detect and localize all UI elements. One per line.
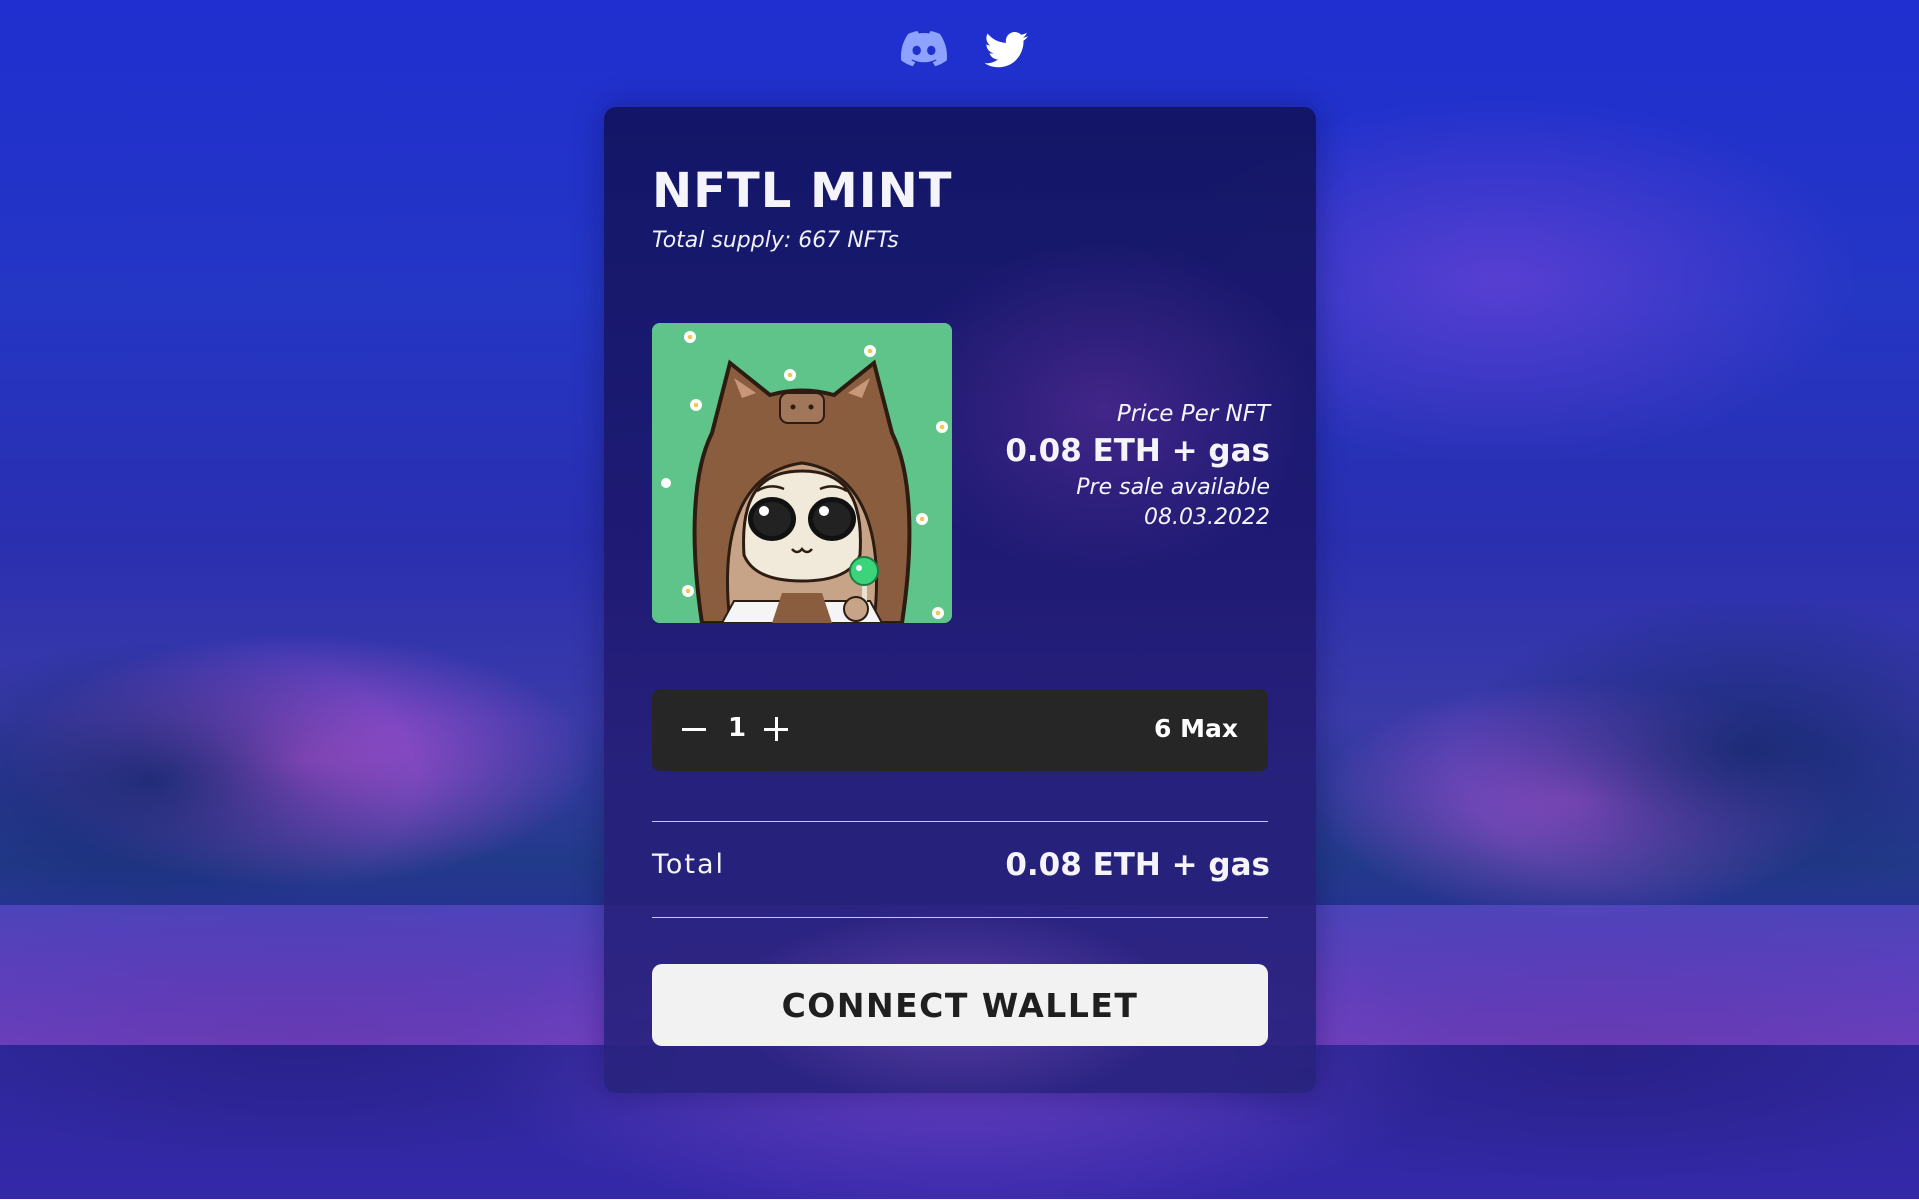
decrease-quantity-button[interactable] bbox=[676, 709, 712, 749]
total-label: Total bbox=[652, 849, 726, 880]
twitter-icon[interactable] bbox=[982, 28, 1030, 72]
price-info: Price Per NFT 0.08 ETH + gas Pre sale av… bbox=[1005, 399, 1270, 533]
nft-preview-image bbox=[652, 323, 952, 623]
page-title: NFTL MINT bbox=[652, 163, 953, 219]
total-supply-text: Total supply: 667 NFTs bbox=[652, 228, 899, 253]
increase-quantity-button[interactable] bbox=[758, 709, 794, 749]
quantity-stepper: 1 6 Max bbox=[652, 689, 1268, 771]
social-links bbox=[900, 28, 1030, 72]
total-value: 0.08 ETH + gas bbox=[1005, 847, 1270, 883]
max-quantity-label: 6 Max bbox=[1154, 714, 1238, 743]
presale-date: 08.03.2022 bbox=[1144, 505, 1270, 530]
nft-character-illustration bbox=[652, 323, 952, 623]
divider-bottom bbox=[652, 917, 1268, 918]
mint-card: NFTL MINT Total supply: 667 NFTs Price P… bbox=[604, 107, 1316, 1093]
discord-icon[interactable] bbox=[900, 28, 948, 72]
presale-text: Pre sale available bbox=[1076, 475, 1270, 500]
quantity-value: 1 bbox=[728, 713, 747, 743]
divider-top bbox=[652, 821, 1268, 822]
price-value: 0.08 ETH + gas bbox=[1005, 433, 1270, 469]
price-label: Price Per NFT bbox=[1116, 401, 1270, 427]
connect-wallet-button[interactable]: CONNECT WALLET bbox=[652, 964, 1268, 1046]
